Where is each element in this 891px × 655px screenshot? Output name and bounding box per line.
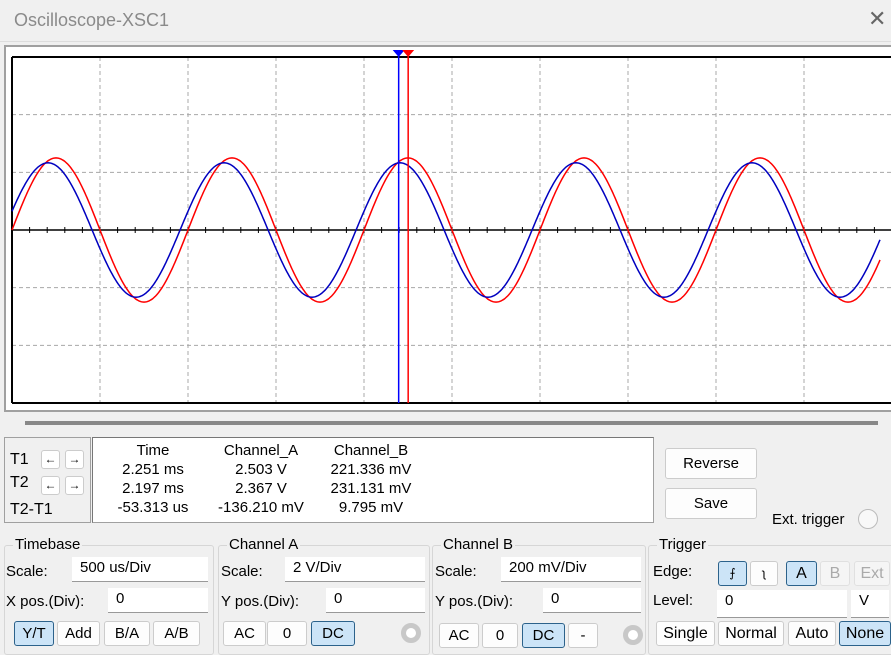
timebase-scale-label: Scale: [6,563,48,580]
timebase-scale-input[interactable]: 500 us/Div [72,557,208,582]
trigger-auto-button[interactable]: Auto [788,621,836,646]
header-channel-b: Channel_B [333,442,409,459]
cursor-readout-table: Time 2.251 ms 2.197 ms -53.313 us Channe… [92,437,654,523]
channel-a-title: Channel A [227,536,301,553]
ext-trigger-label: Ext. trigger [772,511,845,528]
ext-trigger-terminal[interactable] [858,509,878,529]
trigger-level-unit[interactable]: V [851,590,889,618]
channel-b-scale-input[interactable]: 200 mV/Div [501,557,641,582]
channel-b-group: Channel B Scale: 200 mV/Div Y pos.(Div):… [432,536,646,655]
t2-label: T2 [10,474,29,491]
channel-a-ypos-label: Y pos.(Div): [221,593,300,610]
trigger-level-input[interactable]: 0 [717,590,847,618]
mode-add-button[interactable]: Add [57,621,100,646]
diff-channel-a: -136.210 mV [218,499,304,516]
channel-a-terminal-icon [401,623,421,643]
timebase-title: Timebase [13,536,83,553]
oscilloscope-display [11,50,891,404]
channel-b-scale-label: Scale: [435,563,477,580]
trigger-none-button[interactable]: None [839,621,891,646]
mode-yt-button[interactable]: Y/T [14,621,54,646]
channel-b-terminal-icon [623,625,643,645]
t1-right-arrow-icon[interactable]: → [65,450,84,469]
trigger-title: Trigger [657,536,708,553]
diff-time: -53.313 us [117,499,189,516]
t1-channel-a: 2.503 V [235,461,287,478]
channel-a-column: Channel_A 2.503 V 2.367 V -136.210 mV [201,441,321,517]
channel-b-minus-button[interactable]: - [568,623,598,648]
edge-label: Edge: [653,563,693,580]
channel-a-zero-button[interactable]: 0 [267,621,307,646]
cursor-t1-handle-icon [402,50,415,57]
trigger-source-b-button[interactable]: B [820,561,850,586]
level-label: Level: [653,592,694,609]
reverse-button[interactable]: Reverse [665,448,757,479]
t2-time: 2.197 ms [122,480,184,497]
horizontal-scrollbar[interactable] [25,421,878,425]
t1-label: T1 [10,451,29,468]
t2-t1-label: T2-T1 [10,501,53,518]
trigger-source-ext-button[interactable]: Ext [854,561,890,586]
t1-left-arrow-icon[interactable]: ← [41,450,60,469]
cursor-controls: T1 T2 T2-T1 ← → ← → [4,437,91,523]
channel-b-ypos-input[interactable]: 0 [543,588,641,613]
trigger-single-button[interactable]: Single [656,621,715,646]
channel-b-zero-button[interactable]: 0 [482,623,518,648]
falling-edge-icon[interactable]: ʅ [750,561,778,586]
t1-channel-b: 221.336 mV [330,461,412,478]
channel-a-scale-label: Scale: [221,563,263,580]
save-button[interactable]: Save [665,488,757,519]
time-column: Time 2.251 ms 2.197 ms -53.313 us [93,441,213,517]
channel-a-scale-input[interactable]: 2 V/Div [285,557,425,582]
cursor-t2-handle-icon [392,50,405,57]
channel-b-ac-button[interactable]: AC [439,623,479,648]
trigger-source-a-button[interactable]: A [786,561,817,586]
rising-edge-icon[interactable]: ⨍ [718,561,747,586]
channel-b-dc-button[interactable]: DC [522,623,565,648]
t2-left-arrow-icon[interactable]: ← [41,476,60,495]
t2-channel-a: 2.367 V [235,480,287,497]
channel-a-group: Channel A Scale: 2 V/Div Y pos.(Div): 0 … [218,536,430,655]
trigger-group: Trigger Edge: ⨍ ʅ A B Ext Level: 0 V Sin… [648,536,891,655]
channel-a-ypos-input[interactable]: 0 [326,588,425,613]
mode-ab-button[interactable]: A/B [153,621,200,646]
mode-ba-button[interactable]: B/A [104,621,150,646]
header-channel-a: Channel_A [223,442,299,459]
trigger-normal-button[interactable]: Normal [718,621,784,646]
channel-a-ac-button[interactable]: AC [223,621,266,646]
t1-time: 2.251 ms [122,461,184,478]
t2-right-arrow-icon[interactable]: → [65,476,84,495]
diff-channel-b: 9.795 mV [338,499,404,516]
t2-channel-b: 231.131 mV [330,480,412,497]
xpos-input[interactable]: 0 [108,588,208,613]
channel-b-column: Channel_B 221.336 mV 231.131 mV 9.795 mV [311,441,431,517]
channel-b-ypos-label: Y pos.(Div): [435,593,514,610]
channel-b-title: Channel B [441,536,516,553]
xpos-label: X pos.(Div): [6,593,85,610]
header-time: Time [136,442,170,459]
channel-a-dc-button[interactable]: DC [311,621,355,646]
timebase-group: Timebase Scale: 500 us/Div X pos.(Div): … [4,536,214,655]
